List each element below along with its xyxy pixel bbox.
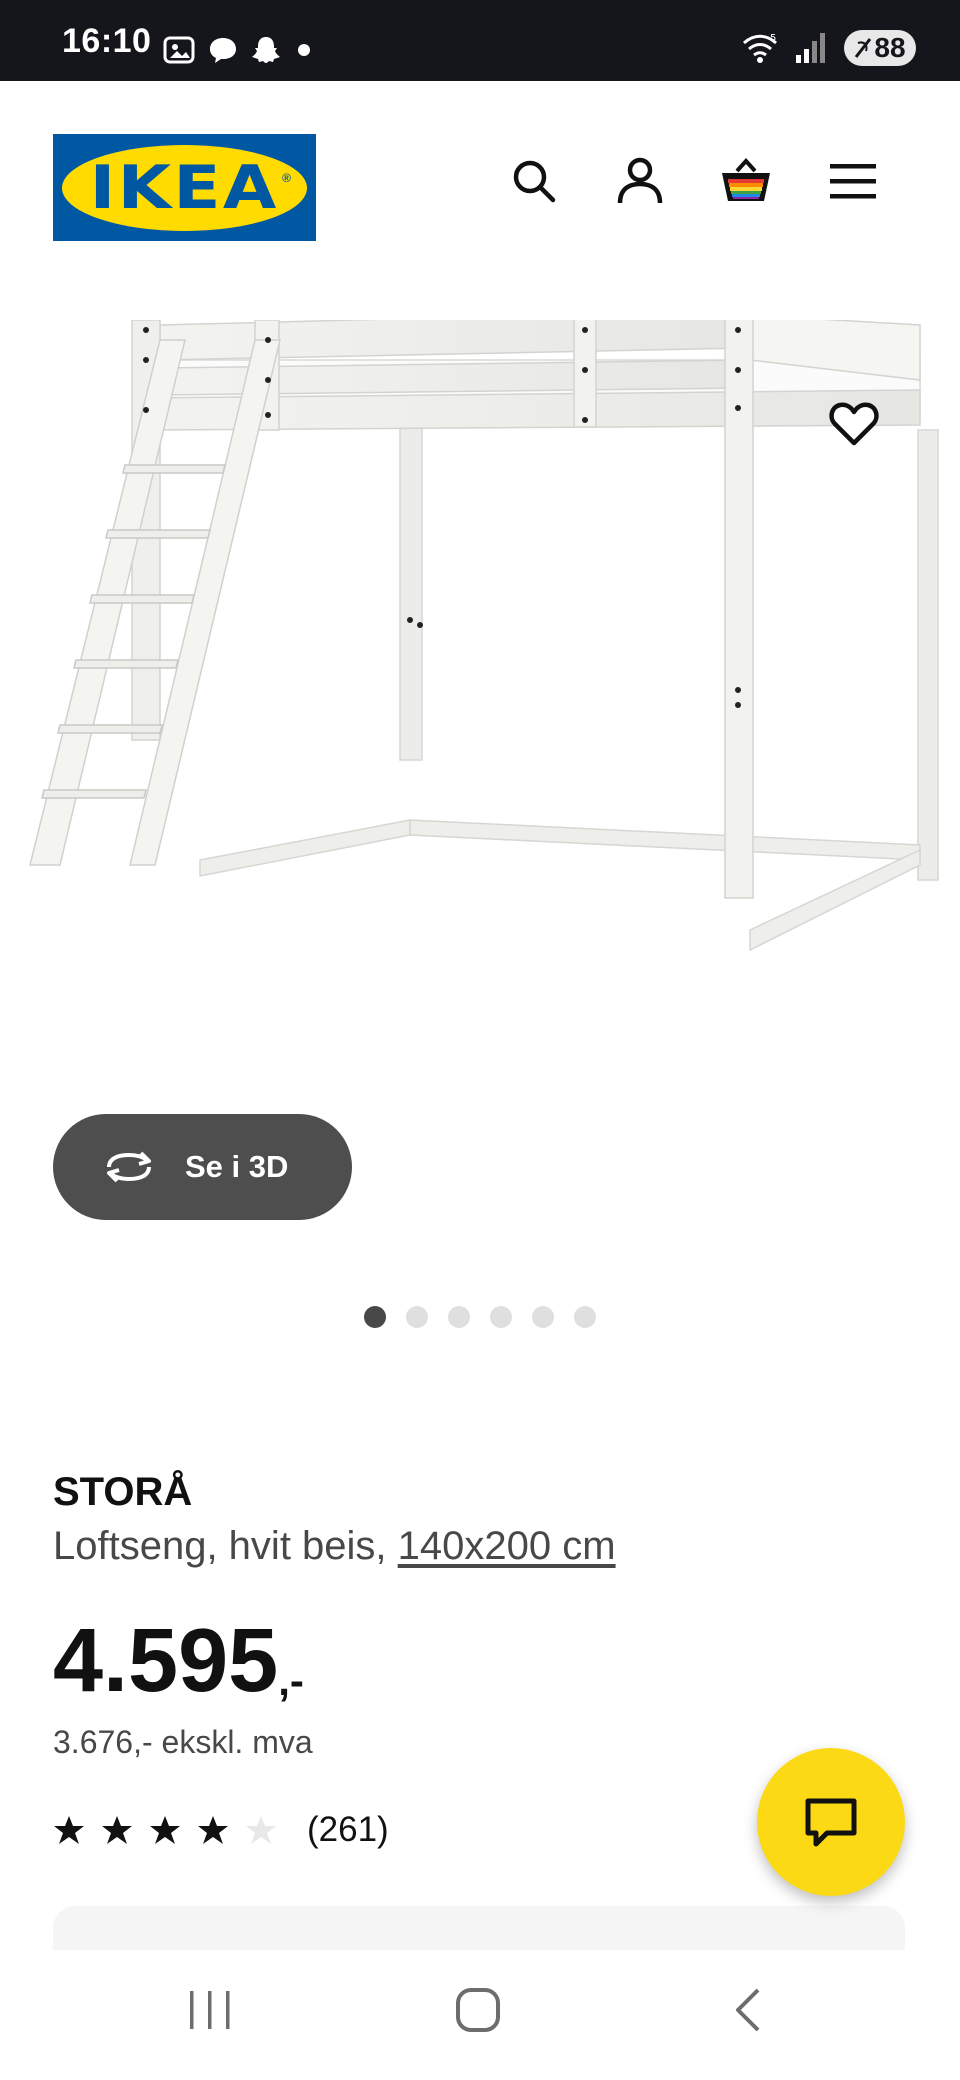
heart-icon	[829, 402, 879, 446]
view-in-3d-button[interactable]: Se i 3D	[53, 1114, 352, 1220]
review-count: (261)	[307, 1810, 389, 1849]
product-size-link[interactable]: 140x200 cm	[398, 1524, 616, 1568]
pagination-dot[interactable]	[406, 1306, 428, 1328]
cart-button[interactable]	[706, 141, 786, 221]
pagination-dot[interactable]	[364, 1306, 386, 1328]
image-pagination	[0, 1306, 960, 1328]
chat-bubble-icon	[210, 38, 236, 63]
search-button[interactable]	[494, 141, 574, 221]
chat-button[interactable]	[757, 1748, 905, 1896]
product-type: Loftseng, hvit beis,	[53, 1524, 398, 1568]
pagination-dot[interactable]	[532, 1306, 554, 1328]
chat-icon	[805, 1798, 857, 1847]
recent-apps-button[interactable]	[150, 1970, 270, 2050]
favorite-button[interactable]	[812, 382, 896, 466]
pagination-dot[interactable]	[448, 1306, 470, 1328]
battery-icon: 88	[844, 30, 916, 66]
account-icon	[617, 157, 663, 204]
star-filled-icon	[102, 1816, 132, 1844]
account-button[interactable]	[600, 141, 680, 221]
price-excl-vat: 3.676,- ekskl. mva	[53, 1724, 313, 1760]
pagination-dot[interactable]	[490, 1306, 512, 1328]
notification-icons	[162, 30, 314, 70]
product-name: STORÅ	[53, 1470, 193, 1514]
snapchat-icon	[252, 37, 280, 63]
signal-icon	[796, 33, 825, 63]
registered-mark: ®	[282, 170, 291, 185]
rotate-3d-icon	[107, 1151, 151, 1183]
search-icon	[513, 160, 556, 203]
product-rating[interactable]: (261)	[53, 1810, 389, 1850]
price-suffix: ,-	[278, 1657, 304, 1704]
product-description: Loftseng, hvit beis, 140x200 cm	[53, 1524, 616, 1569]
product-price: 4.595 ,-	[53, 1610, 304, 1713]
star-empty-icon	[246, 1816, 276, 1844]
recent-apps-icon	[190, 1991, 230, 2029]
dot-icon	[298, 44, 310, 56]
logo-oval: IKEA ®	[62, 144, 307, 231]
menu-icon	[830, 164, 876, 199]
cart-icon	[722, 158, 770, 201]
system-icons: 5 88	[740, 26, 916, 70]
logo-text: IKEA	[90, 152, 279, 223]
back-icon	[736, 1988, 760, 2032]
status-time: 16:10	[62, 22, 152, 60]
home-icon	[456, 1988, 500, 2032]
ikea-logo[interactable]: IKEA ®	[53, 134, 316, 241]
back-button[interactable]	[688, 1970, 808, 2050]
price-amount: 4.595	[53, 1611, 279, 1711]
screenshot-icon	[163, 36, 195, 64]
system-nav-bar	[0, 1950, 960, 2080]
pagination-dot[interactable]	[574, 1306, 596, 1328]
menu-button[interactable]	[813, 141, 893, 221]
status-bar: 16:10 5 88	[0, 0, 960, 81]
wifi-icon: 5	[742, 33, 778, 63]
home-button[interactable]	[418, 1970, 538, 2050]
view-in-3d-label: Se i 3D	[185, 1149, 289, 1184]
battery-level: 88	[874, 32, 906, 63]
star-filled-icon	[54, 1816, 84, 1844]
site-header: IKEA ®	[0, 81, 960, 281]
star-filled-icon	[198, 1816, 228, 1844]
star-filled-icon	[150, 1816, 180, 1844]
rating-stars	[53, 1814, 277, 1846]
svg-text:5: 5	[770, 33, 776, 44]
